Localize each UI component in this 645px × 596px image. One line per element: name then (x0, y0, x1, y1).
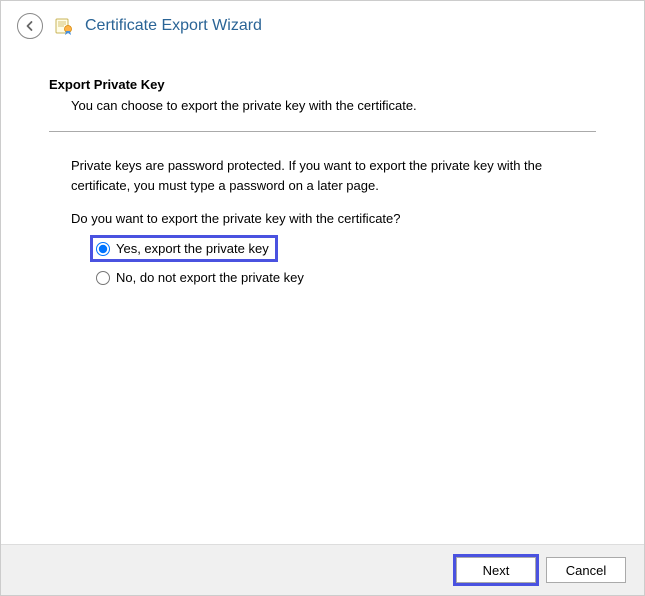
radio-yes-label: Yes, export the private key (116, 241, 269, 256)
certificate-icon (53, 15, 75, 37)
back-button[interactable] (17, 13, 43, 39)
radio-no-input[interactable] (96, 271, 110, 285)
section-description: You can choose to export the private key… (71, 98, 596, 113)
arrow-left-icon (24, 20, 36, 32)
question-text: Do you want to export the private key wi… (71, 211, 574, 226)
wizard-footer: Next Cancel (1, 544, 644, 595)
wizard-content: Export Private Key You can choose to exp… (1, 47, 644, 537)
wizard-header: Certificate Export Wizard (1, 1, 644, 47)
radio-option-no[interactable]: No, do not export the private key (93, 267, 310, 288)
info-text: Private keys are password protected. If … (71, 156, 574, 195)
radio-group: Yes, export the private key No, do not e… (93, 238, 596, 288)
divider (49, 131, 596, 132)
next-button[interactable]: Next (456, 557, 536, 583)
radio-yes-input[interactable] (96, 242, 110, 256)
section-title: Export Private Key (49, 77, 596, 92)
radio-option-yes[interactable]: Yes, export the private key (93, 238, 275, 259)
wizard-title: Certificate Export Wizard (85, 17, 262, 35)
cancel-button[interactable]: Cancel (546, 557, 626, 583)
radio-no-label: No, do not export the private key (116, 270, 304, 285)
